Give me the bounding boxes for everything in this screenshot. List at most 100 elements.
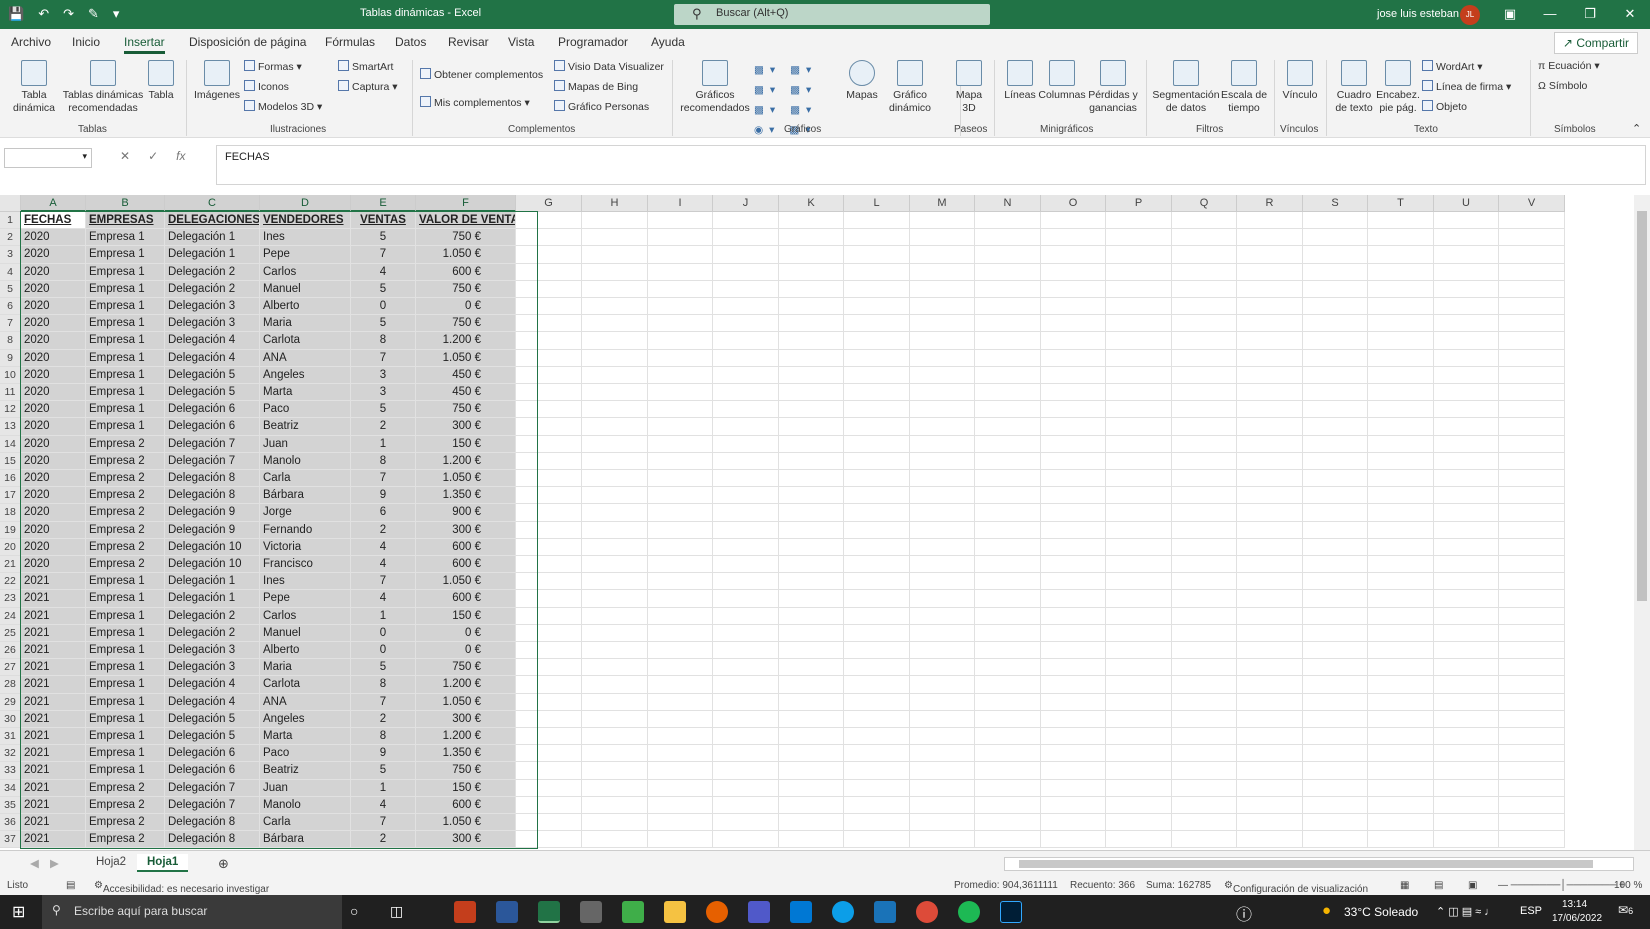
table-cell[interactable] (1237, 590, 1303, 608)
table-cell[interactable] (582, 452, 648, 470)
row-header[interactable]: 32 (0, 745, 21, 763)
table-cell[interactable] (910, 556, 975, 574)
table-cell[interactable]: ANA (260, 693, 351, 711)
scroll-thumb[interactable] (1637, 211, 1647, 601)
table-cell[interactable] (779, 796, 844, 814)
table-cell[interactable] (713, 659, 779, 677)
close-button[interactable]: ✕ (1610, 0, 1650, 29)
table-cell[interactable]: 5 (351, 315, 416, 333)
table-cell[interactable] (910, 452, 975, 470)
table-cell[interactable] (582, 573, 648, 591)
row-header[interactable]: 11 (0, 384, 21, 402)
table-cell[interactable]: 2020 (21, 229, 86, 247)
table-cell[interactable] (1172, 642, 1237, 660)
table-cell[interactable] (1303, 504, 1368, 522)
header-footer-button[interactable]: Encabez. pie pág. (1376, 60, 1420, 115)
table-cell[interactable]: Empresa 2 (86, 779, 165, 797)
table-cell[interactable] (844, 298, 910, 316)
table-cell[interactable] (713, 280, 779, 298)
table-cell[interactable] (713, 642, 779, 660)
table-cell[interactable] (582, 246, 648, 264)
table-cell[interactable] (648, 573, 713, 591)
table-cell[interactable] (1106, 435, 1172, 453)
table-cell[interactable] (1172, 487, 1237, 505)
table-cell[interactable] (1237, 452, 1303, 470)
row-header[interactable]: 13 (0, 418, 21, 436)
table-cell[interactable] (779, 693, 844, 711)
table-cell[interactable] (975, 298, 1041, 316)
table-cell[interactable] (910, 573, 975, 591)
table-cell[interactable]: 2 (351, 831, 416, 849)
table-cell[interactable]: 5 (351, 280, 416, 298)
table-cell[interactable] (910, 315, 975, 333)
table-cell[interactable] (779, 401, 844, 419)
table-cell[interactable] (1499, 745, 1565, 763)
header-cell[interactable] (1106, 212, 1172, 230)
table-cell[interactable] (1368, 401, 1434, 419)
table-cell[interactable]: Victoria (260, 538, 351, 556)
table-cell[interactable]: Empresa 1 (86, 384, 165, 402)
table-cell[interactable]: Empresa 1 (86, 676, 165, 694)
header-cell[interactable]: EMPRESAS (86, 212, 165, 230)
table-cell[interactable] (1106, 796, 1172, 814)
table-cell[interactable]: Beatriz (260, 418, 351, 436)
table-cell[interactable]: 8 (351, 728, 416, 746)
table-cell[interactable] (582, 332, 648, 350)
share-button[interactable]: ↗ Compartir (1553, 32, 1638, 54)
table-cell[interactable] (779, 366, 844, 384)
table-cell[interactable] (975, 280, 1041, 298)
table-cell[interactable]: 2020 (21, 504, 86, 522)
row-header[interactable]: 14 (0, 435, 21, 453)
table-cell[interactable] (975, 246, 1041, 264)
table-cell[interactable] (1434, 521, 1499, 539)
table-cell[interactable] (1368, 814, 1434, 832)
table-cell[interactable] (1303, 814, 1368, 832)
table-cell[interactable] (1106, 384, 1172, 402)
table-cell[interactable] (844, 435, 910, 453)
table-cell[interactable] (1434, 624, 1499, 642)
table-cell[interactable] (1106, 831, 1172, 849)
table-cell[interactable] (975, 384, 1041, 402)
table-cell[interactable] (844, 796, 910, 814)
column-header-t[interactable]: T (1368, 195, 1434, 212)
table-cell[interactable] (779, 521, 844, 539)
file-explorer-icon[interactable] (664, 901, 686, 923)
images-button[interactable]: Imágenes (192, 60, 242, 102)
column-header-k[interactable]: K (779, 195, 844, 212)
taskbar-search[interactable]: ⚲ Escribe aquí para buscar (42, 895, 342, 929)
table-cell[interactable] (1434, 487, 1499, 505)
table-cell[interactable] (648, 796, 713, 814)
table-cell[interactable] (516, 280, 582, 298)
table-cell[interactable] (713, 435, 779, 453)
redo-icon[interactable]: ↷ (63, 6, 74, 22)
table-cell[interactable]: Empresa 1 (86, 642, 165, 660)
table-cell[interactable] (910, 779, 975, 797)
table-cell[interactable]: Delegación 8 (165, 487, 260, 505)
icons-button[interactable]: Iconos (244, 80, 289, 93)
table-cell[interactable]: 4 (351, 556, 416, 574)
table-cell[interactable] (648, 676, 713, 694)
table-cell[interactable] (582, 229, 648, 247)
table-cell[interactable] (1041, 831, 1106, 849)
table-cell[interactable]: 300 € (416, 418, 516, 436)
table-cell[interactable] (975, 624, 1041, 642)
table-cell[interactable] (582, 831, 648, 849)
table-cell[interactable] (582, 762, 648, 780)
table-cell[interactable] (582, 521, 648, 539)
table-cell[interactable]: 1.350 € (416, 487, 516, 505)
hscroll-thumb[interactable] (1019, 860, 1593, 868)
table-cell[interactable] (1237, 831, 1303, 849)
table-cell[interactable] (1106, 315, 1172, 333)
header-cell[interactable] (975, 212, 1041, 230)
table-cell[interactable] (1303, 315, 1368, 333)
table-cell[interactable] (1041, 796, 1106, 814)
table-cell[interactable] (713, 624, 779, 642)
table-cell[interactable] (844, 556, 910, 574)
table-cell[interactable]: Delegación 4 (165, 676, 260, 694)
table-cell[interactable]: Delegación 2 (165, 624, 260, 642)
table-cell[interactable] (1237, 280, 1303, 298)
table-cell[interactable]: 1.050 € (416, 693, 516, 711)
horizontal-scrollbar[interactable] (1004, 857, 1634, 871)
table-cell[interactable] (648, 556, 713, 574)
column-header-j[interactable]: J (713, 195, 779, 212)
